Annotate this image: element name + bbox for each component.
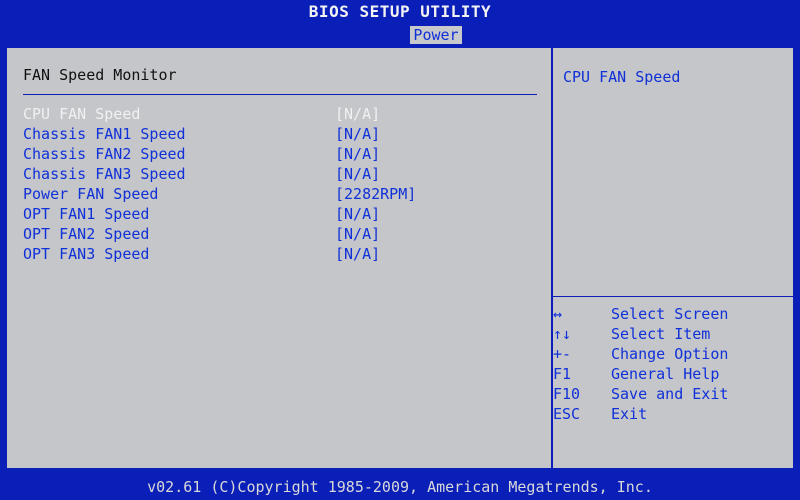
fan-value: [N/A]	[335, 105, 381, 123]
fan-value: [N/A]	[335, 165, 381, 183]
fan-value: [2282RPM]	[335, 185, 417, 203]
help-divider	[553, 296, 795, 297]
key-hint-select-item: ↑↓ Select Item	[553, 324, 793, 344]
fan-label: CPU FAN Speed	[23, 105, 141, 123]
key-desc: Select Item	[611, 325, 711, 343]
fan-row-opt2[interactable]: OPT FAN2 Speed [N/A]	[23, 224, 523, 244]
key-desc: Exit	[611, 405, 648, 423]
fan-row-chassis1[interactable]: Chassis FAN1 Speed [N/A]	[23, 124, 523, 144]
fan-label: OPT FAN3 Speed	[23, 245, 150, 263]
fan-row-cpu[interactable]: CPU FAN Speed [N/A]	[23, 104, 523, 124]
esc-key: ESC	[553, 405, 581, 423]
f1-key: F1	[553, 365, 572, 383]
key-hint-select-screen: ↔ Select Screen	[553, 304, 793, 324]
fan-value: [N/A]	[335, 125, 381, 143]
fan-value: [N/A]	[335, 145, 381, 163]
key-desc: General Help	[611, 365, 720, 383]
bios-title: BIOS SETUP UTILITY	[0, 0, 800, 22]
left-right-arrow-icon: ↔	[553, 305, 563, 323]
fan-label: OPT FAN2 Speed	[23, 225, 150, 243]
main-frame: FAN Speed Monitor CPU FAN Speed [N/A] Ch…	[5, 46, 795, 470]
section-title: FAN Speed Monitor	[23, 66, 177, 84]
fan-row-power[interactable]: Power FAN Speed [2282RPM]	[23, 184, 523, 204]
tab-power[interactable]: Power	[410, 26, 462, 44]
key-hint-general-help: F1 General Help	[553, 364, 793, 384]
f10-key: F10	[553, 385, 581, 403]
fan-value: [N/A]	[335, 205, 381, 223]
fan-value: [N/A]	[335, 245, 381, 263]
fan-row-chassis2[interactable]: Chassis FAN2 Speed [N/A]	[23, 144, 523, 164]
fan-label: Chassis FAN2 Speed	[23, 145, 186, 163]
fan-label: Chassis FAN1 Speed	[23, 125, 186, 143]
key-desc: Change Option	[611, 345, 729, 363]
up-down-arrow-icon: ↑↓	[553, 325, 572, 343]
fan-row-opt1[interactable]: OPT FAN1 Speed [N/A]	[23, 204, 523, 224]
section-divider	[23, 94, 537, 95]
key-hint-exit: ESC Exit	[553, 404, 793, 424]
fan-row-chassis3[interactable]: Chassis FAN3 Speed [N/A]	[23, 164, 523, 184]
plus-minus-key: +-	[553, 345, 572, 363]
tab-bar: Power	[0, 22, 800, 44]
key-desc: Select Screen	[611, 305, 729, 323]
help-title: CPU FAN Speed	[563, 68, 681, 86]
fan-label: Power FAN Speed	[23, 185, 159, 203]
fan-value: [N/A]	[335, 225, 381, 243]
fan-label: OPT FAN1 Speed	[23, 205, 150, 223]
key-desc: Save and Exit	[611, 385, 729, 403]
key-hint-change-option: +- Change Option	[553, 344, 793, 364]
key-hint-save-exit: F10 Save and Exit	[553, 384, 793, 404]
copyright-footer: v02.61 (C)Copyright 1985-2009, American …	[0, 474, 800, 500]
fan-row-opt3[interactable]: OPT FAN3 Speed [N/A]	[23, 244, 523, 264]
fan-label: Chassis FAN3 Speed	[23, 165, 186, 183]
